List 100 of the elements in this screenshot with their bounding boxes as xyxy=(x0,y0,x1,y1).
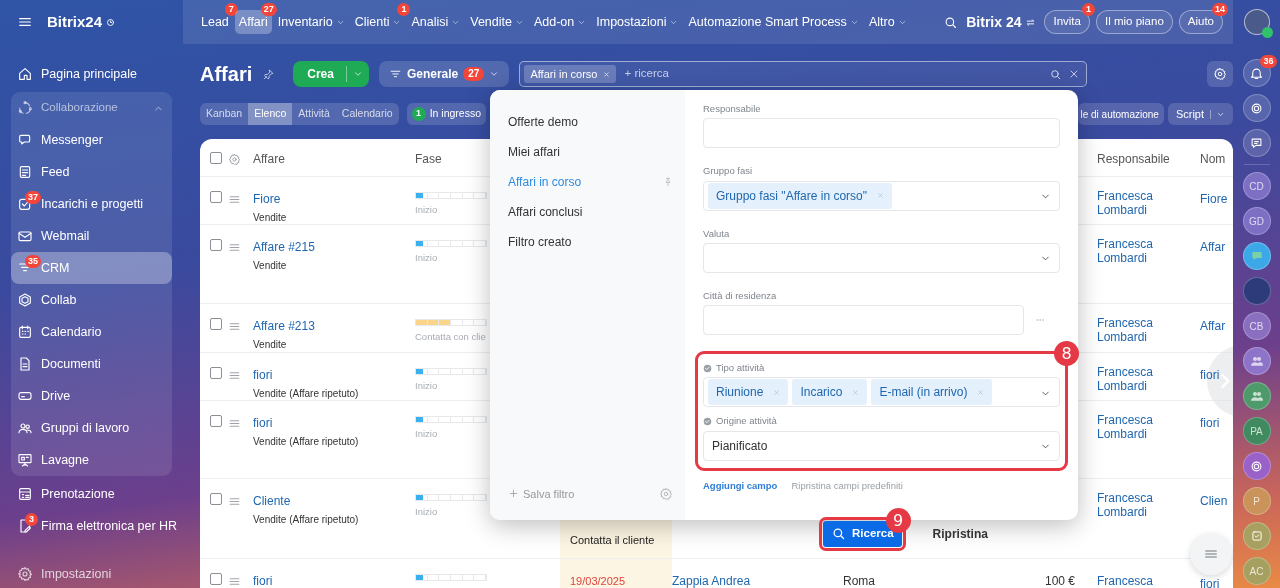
sidebar-item[interactable]: 37 Incarichi e progetti xyxy=(11,188,172,220)
initials-avatar[interactable]: CD xyxy=(1242,172,1271,200)
sidebar-item[interactable]: Webmail xyxy=(11,220,172,252)
settings-item[interactable]: Impostazioni xyxy=(11,558,180,588)
name-link[interactable]: Fiore xyxy=(1200,190,1228,208)
responsible-link[interactable]: Francesca Lombardi xyxy=(1097,237,1200,266)
responsible-link[interactable]: Francesca xyxy=(1097,574,1154,588)
name-link[interactable]: fiori xyxy=(1200,414,1220,432)
nav-tab[interactable]: Automazione Smart Process xyxy=(684,9,863,35)
view-tab[interactable]: Attività xyxy=(292,103,336,125)
filter-preset[interactable]: Filtro creato xyxy=(490,227,685,257)
preset-button[interactable]: Generale 27 xyxy=(378,61,510,87)
header-button[interactable]: Il mio piano xyxy=(1095,10,1173,34)
checkbox[interactable] xyxy=(210,573,222,585)
name-link[interactable]: Affar xyxy=(1200,317,1226,335)
value-tag[interactable]: Incarico xyxy=(792,379,868,406)
view-tab[interactable]: Elenco xyxy=(248,103,293,125)
settings-icon xyxy=(1213,67,1227,81)
view-tab[interactable]: Calendario xyxy=(335,103,399,125)
filter-preset[interactable]: Affari conclusi xyxy=(490,197,685,227)
automation-button[interactable]: le di automazione xyxy=(1078,103,1164,125)
sidebar-item[interactable]: Messenger xyxy=(11,124,172,156)
name-link[interactable]: Affar xyxy=(1200,238,1226,256)
deal-link[interactable]: Fiore xyxy=(253,190,281,208)
reset-button[interactable]: Ripristina xyxy=(926,523,994,544)
sidebar-item[interactable]: Gruppi di lavoro xyxy=(11,412,172,444)
checkbox[interactable] xyxy=(210,191,222,203)
create-button[interactable]: Crea xyxy=(293,61,369,87)
rail-button[interactable] xyxy=(1242,452,1271,480)
filter-preset[interactable]: Offerte demo xyxy=(490,107,685,137)
select-field[interactable] xyxy=(703,242,1060,273)
name-link[interactable]: Clien xyxy=(1200,492,1228,510)
initials-avatar[interactable]: GD xyxy=(1242,207,1271,235)
value-tag[interactable]: Riunione xyxy=(708,379,789,406)
responsible-link[interactable]: Francesca Lombardi xyxy=(1097,491,1200,520)
input-field[interactable] xyxy=(703,305,1024,335)
select-field[interactable]: Pianificato xyxy=(703,430,1060,461)
avatar[interactable] xyxy=(1243,9,1270,35)
value-tag[interactable]: Gruppo fasi "Affare in corso" xyxy=(708,182,893,209)
column-header[interactable]: Fase xyxy=(415,152,442,166)
rail-button[interactable] xyxy=(1242,94,1271,122)
filter-tag[interactable]: Affari in corso xyxy=(524,64,617,84)
sidebar-item[interactable]: Feed xyxy=(11,156,172,188)
sidebar-item[interactable]: Calendario xyxy=(11,316,172,348)
sidebar-item[interactable]: Documenti xyxy=(11,348,172,380)
checkbox[interactable] xyxy=(210,415,222,427)
sidebar-group[interactable]: Collaborazione xyxy=(11,92,172,124)
initials-avatar[interactable]: CB xyxy=(1242,312,1271,340)
input-field[interactable] xyxy=(703,118,1060,149)
deal-link[interactable]: fiori xyxy=(253,414,273,432)
sidebar-item[interactable]: 35 CRM xyxy=(11,252,172,284)
name-link[interactable]: fiori xyxy=(1200,366,1220,384)
filter-preset[interactable]: Miei affari xyxy=(490,137,685,167)
sidebar-item[interactable]: Drive xyxy=(11,380,172,412)
sidebar-item[interactable]: Prenotazione xyxy=(11,478,180,510)
deal-link[interactable]: Affare #215 xyxy=(253,238,315,256)
column-header[interactable]: Nom xyxy=(1200,152,1226,166)
checkbox[interactable] xyxy=(210,239,222,251)
sidebar-item[interactable]: Collab xyxy=(11,284,172,316)
checkbox[interactable] xyxy=(210,493,222,505)
nav-tab[interactable]: Add-on xyxy=(529,9,591,35)
select-field[interactable]: Riunione Incarico E-mail (in arrivo) xyxy=(703,377,1060,408)
group-avatar[interactable] xyxy=(1242,347,1271,375)
name-link[interactable]: fiori xyxy=(1200,575,1220,588)
script-button[interactable]: Script xyxy=(1167,103,1233,125)
group-avatar[interactable] xyxy=(1242,382,1271,410)
view-tab[interactable]: Kanban xyxy=(200,103,249,125)
sidebar-item[interactable]: 3 Firma elettronica per HR xyxy=(11,510,180,542)
contact-link[interactable]: Zappia Andrea xyxy=(672,572,751,588)
value-tag[interactable]: E-mail (in arrivo) xyxy=(871,379,993,406)
rail-button[interactable] xyxy=(1242,59,1271,87)
deal-link[interactable]: fiori xyxy=(253,572,273,588)
checkbox[interactable] xyxy=(210,367,222,379)
filter-preset[interactable]: Affari in corso xyxy=(490,167,685,197)
nav-tab[interactable]: Impostazioni xyxy=(592,9,683,35)
checkbox[interactable] xyxy=(210,152,222,164)
stage-label: Inizio xyxy=(415,379,438,393)
deal-link[interactable]: Affare #213 xyxy=(253,317,315,335)
deal-link[interactable]: Cliente xyxy=(253,492,291,510)
checkbox[interactable] xyxy=(210,318,222,330)
deal-link[interactable]: fiori xyxy=(253,366,273,384)
settings-button[interactable] xyxy=(1207,61,1233,87)
chat-avatar[interactable] xyxy=(1242,242,1271,270)
responsible-link[interactable]: Francesca Lombardi xyxy=(1097,316,1200,345)
add-field-link[interactable]: Aggiungi campo xyxy=(703,478,778,493)
search-field[interactable]: Affari in corso + ricerca xyxy=(519,61,1088,87)
responsible-link[interactable]: Francesca Lombardi xyxy=(1097,189,1200,218)
responsible-link[interactable]: Francesca Lombardi xyxy=(1097,365,1200,394)
select-field[interactable]: Gruppo fasi "Affare in corso" xyxy=(703,180,1060,211)
sidebar-item[interactable]: Lavagne xyxy=(11,444,172,476)
sidebar-item[interactable]: Pagina principale xyxy=(11,58,180,90)
nav-tab[interactable]: Altro xyxy=(864,9,911,35)
incoming-button[interactable]: 1 In ingresso xyxy=(406,103,486,125)
column-header[interactable]: Affare xyxy=(253,152,285,166)
rail-button[interactable] xyxy=(1242,129,1271,157)
initials-avatar[interactable]: PA xyxy=(1242,417,1271,445)
photo-placeholder[interactable] xyxy=(1242,277,1271,305)
responsible-link[interactable]: Francesca Lombardi xyxy=(1097,413,1200,442)
nav-tab[interactable]: Vendite xyxy=(466,9,528,35)
column-header[interactable]: Responsabile xyxy=(1097,152,1170,166)
